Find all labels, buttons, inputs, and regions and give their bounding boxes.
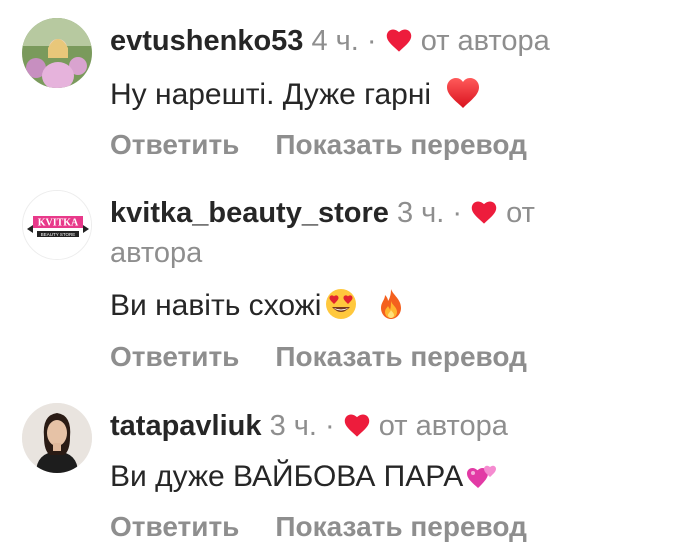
translate-button[interactable]: Показать перевод [275, 341, 527, 372]
author-liked-label: от автора [420, 25, 550, 57]
heart-eyes-emoji [321, 289, 359, 322]
comment-username[interactable]: evtushenko53 [110, 25, 303, 57]
heart-icon [385, 25, 413, 57]
reply-button[interactable]: Ответить [110, 341, 239, 372]
comment-text: Ви навіть схожі [110, 289, 322, 322]
separator-dot: · [452, 197, 463, 229]
avatar-logo-text: KVITKA [38, 218, 79, 229]
two-hearts-emoji [463, 460, 500, 493]
comment-text: Ну нарешті. Дуже гарні [110, 78, 432, 111]
comment-text: Ви дуже ВАЙБОВА ПАРА [110, 460, 464, 493]
comment-username[interactable]: tatapavliuk [110, 410, 262, 442]
red-heart-emoji [439, 78, 481, 111]
comment-time: 3 ч. [269, 410, 317, 442]
avatar-photo [22, 403, 92, 473]
avatar[interactable] [22, 18, 92, 88]
reply-button[interactable]: Ответить [110, 511, 239, 542]
separator-dot: · [366, 25, 377, 57]
comment-time: 3 ч. [396, 197, 445, 229]
heart-icon [343, 410, 371, 442]
avatar-logo-sub: BEAUTY STORE [41, 232, 76, 237]
store-logo: KVITKA BEAUTY STORE [23, 191, 91, 259]
translate-button[interactable]: Показать перевод [275, 129, 527, 160]
author-liked-label: от автора [378, 410, 508, 442]
comment-time: 4 ч. [311, 25, 359, 57]
avatar[interactable] [22, 403, 92, 473]
fire-emoji [359, 289, 409, 322]
author-liked-label-cont: автора [110, 237, 203, 269]
author-liked-label: от [506, 197, 535, 229]
heart-icon [470, 197, 498, 229]
separator-dot: · [324, 410, 335, 442]
reply-button[interactable]: Ответить [110, 129, 239, 160]
comment-username[interactable]: kvitka_beauty_store [110, 197, 389, 229]
avatar[interactable]: KVITKA BEAUTY STORE [22, 190, 92, 260]
translate-button[interactable]: Показать перевод [275, 511, 527, 542]
avatar-photo [22, 18, 92, 88]
